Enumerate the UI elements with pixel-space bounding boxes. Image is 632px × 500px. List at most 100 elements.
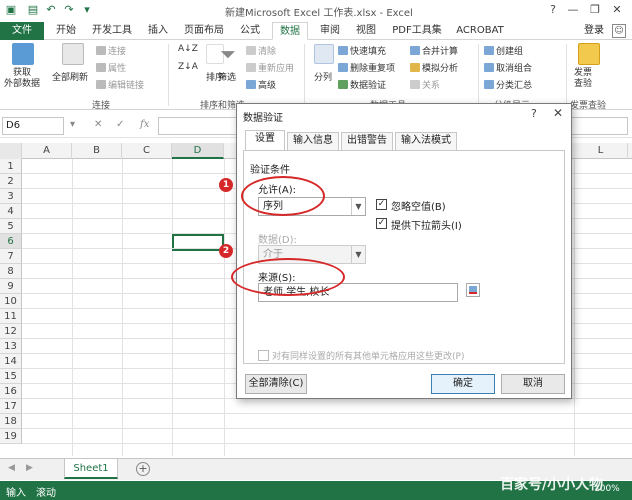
subtotal-button[interactable]: 分类汇总 <box>484 78 532 91</box>
row-header[interactable]: 15 <box>0 369 22 384</box>
insert-function-icon[interactable]: fx <box>140 119 149 130</box>
data-validation-button[interactable]: 数据验证 <box>338 78 386 91</box>
tab-review[interactable]: 审阅 <box>314 22 346 40</box>
tab-view[interactable]: 视图 <box>350 22 382 40</box>
tab-home[interactable]: 开始 <box>50 22 82 40</box>
tab-ime-mode[interactable]: 输入法模式 <box>395 132 457 150</box>
row-header[interactable]: 3 <box>0 189 22 204</box>
row-header[interactable]: 8 <box>0 264 22 279</box>
row-header[interactable]: 19 <box>0 429 22 444</box>
row-header[interactable]: 16 <box>0 384 22 399</box>
grid-line <box>22 443 632 444</box>
refresh-all-icon <box>62 43 84 65</box>
confirm-entry-icon[interactable]: ✓ <box>116 119 124 130</box>
customize-toolbar-icon[interactable]: ▾ <box>80 3 94 17</box>
column-header[interactable]: L <box>574 143 628 159</box>
column-header[interactable]: C <box>122 143 172 159</box>
sheet-tab-sheet1[interactable]: Sheet1 <box>64 459 118 479</box>
tab-formulas[interactable]: 公式 <box>234 22 266 40</box>
column-header[interactable]: B <box>72 143 122 159</box>
smiley-feedback-icon[interactable]: ☺ <box>612 24 626 38</box>
close-button[interactable]: ✕ <box>608 2 626 18</box>
row-header[interactable]: 4 <box>0 204 22 219</box>
filter-button[interactable]: 筛选 <box>218 70 236 83</box>
row-header[interactable]: 17 <box>0 399 22 414</box>
row-header[interactable]: 11 <box>0 309 22 324</box>
row-header[interactable]: 7 <box>0 249 22 264</box>
tab-pdf-tools[interactable]: PDF工具集 <box>388 22 446 40</box>
ribbon-separator <box>304 44 305 106</box>
name-box-dropdown-icon[interactable]: ▾ <box>70 119 75 130</box>
tab-developer[interactable]: 开发工具 <box>88 22 136 40</box>
sort-az-icon[interactable]: A↓Z <box>178 44 198 54</box>
save-icon[interactable]: ▤ <box>26 3 40 17</box>
advanced-button[interactable]: 高级 <box>246 78 276 91</box>
row-header[interactable]: 12 <box>0 324 22 339</box>
row-header[interactable]: 5 <box>0 219 22 234</box>
reapply-button[interactable]: 重新应用 <box>246 61 294 74</box>
row-header[interactable]: 14 <box>0 354 22 369</box>
dialog-help-button[interactable]: ? <box>531 107 537 120</box>
apply-all-checkbox[interactable] <box>258 350 269 361</box>
redo-icon[interactable]: ↷ <box>62 3 76 17</box>
login-link[interactable]: 登录 <box>584 22 604 40</box>
row-header[interactable]: 2 <box>0 174 22 189</box>
tab-acrobat[interactable]: ACROBAT <box>452 22 508 40</box>
tab-insert[interactable]: 插入 <box>142 22 174 40</box>
ignore-blank-checkbox[interactable]: ✓ <box>376 199 387 210</box>
scroll-sheets-right-icon[interactable]: ▶ <box>26 463 33 473</box>
group-button[interactable]: 创建组 <box>484 44 523 57</box>
text-to-columns-button[interactable]: 分列 <box>314 70 332 83</box>
flash-fill-button[interactable]: 快速填充 <box>338 44 386 57</box>
remove-duplicates-label: 删除重复项 <box>350 64 396 74</box>
restore-button[interactable]: ❐ <box>586 2 604 18</box>
row-header[interactable]: 13 <box>0 339 22 354</box>
in-cell-dropdown-checkbox[interactable]: ✓ <box>376 218 387 229</box>
get-external-data-button[interactable]: 获取 外部数据 <box>4 68 40 90</box>
tab-input-message[interactable]: 输入信息 <box>287 132 339 150</box>
column-header-selected[interactable]: D <box>172 143 224 159</box>
consolidate-button[interactable]: 合并计算 <box>410 44 458 57</box>
edit-links-button[interactable]: 编辑链接 <box>96 78 144 91</box>
row-header[interactable]: 18 <box>0 414 22 429</box>
dialog-close-button[interactable]: ✕ <box>553 106 563 120</box>
clear-button[interactable]: 清除 <box>246 44 276 57</box>
tab-file[interactable]: 文件 <box>0 22 44 40</box>
remove-duplicates-icon <box>338 63 348 72</box>
minimize-button[interactable]: — <box>564 2 582 18</box>
name-box[interactable]: D6 <box>2 117 64 135</box>
text-to-columns-icon <box>314 44 334 64</box>
cancel-entry-icon[interactable]: ✕ <box>94 119 102 130</box>
ungroup-button[interactable]: 取消组合 <box>484 61 532 74</box>
row-header[interactable]: 10 <box>0 294 22 309</box>
row-header[interactable]: 1 <box>0 159 22 174</box>
remove-duplicates-button[interactable]: 删除重复项 <box>338 61 395 74</box>
data-validation-icon <box>338 80 348 89</box>
select-all-corner[interactable] <box>0 143 22 159</box>
collapse-range-icon[interactable] <box>466 283 480 297</box>
connections-button[interactable]: 连接 <box>96 44 126 57</box>
invoice-check-button[interactable]: 发票 查验 <box>574 68 592 90</box>
undo-icon[interactable]: ↶ <box>44 3 58 17</box>
help-button[interactable]: ? <box>544 2 562 18</box>
tab-error-alert[interactable]: 出错警告 <box>341 132 393 150</box>
properties-button[interactable]: 属性 <box>96 61 126 74</box>
tab-settings[interactable]: 设置 <box>245 130 285 151</box>
grid-line <box>22 428 632 429</box>
clear-label: 清除 <box>258 47 277 57</box>
clear-all-button[interactable]: 全部清除(C) <box>245 374 307 394</box>
refresh-all-button[interactable]: 全部刷新 <box>52 70 88 83</box>
tab-data[interactable]: 数据 <box>272 22 308 40</box>
column-header[interactable]: A <box>22 143 72 159</box>
group-label: 创建组 <box>496 47 524 57</box>
row-header[interactable]: 9 <box>0 279 22 294</box>
ok-button[interactable]: 确定 <box>431 374 495 394</box>
row-header[interactable]: 6 <box>0 234 22 249</box>
sort-za-icon[interactable]: Z↓A <box>178 62 198 72</box>
relationships-button[interactable]: 关系 <box>410 78 440 91</box>
cancel-button[interactable]: 取消 <box>501 374 565 394</box>
add-sheet-button[interactable]: + <box>136 462 150 476</box>
what-if-button[interactable]: 模拟分析 <box>410 61 458 74</box>
scroll-sheets-left-icon[interactable]: ◀ <box>8 463 15 473</box>
tab-page-layout[interactable]: 页面布局 <box>180 22 228 40</box>
